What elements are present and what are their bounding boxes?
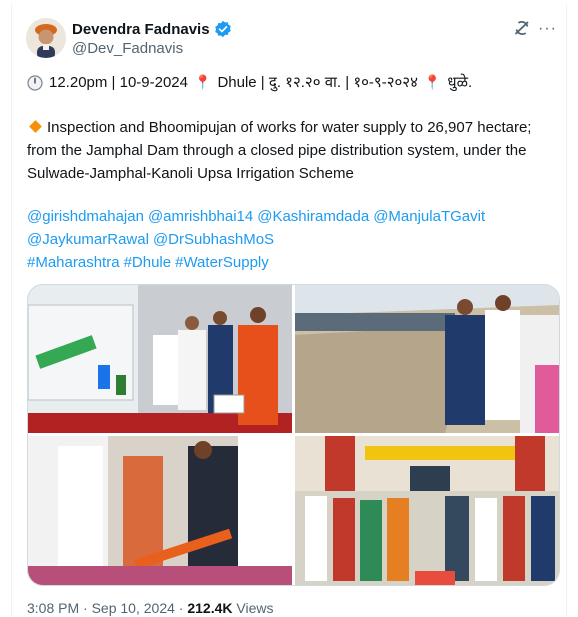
tweet-time-text: 12.20pm | 10-9-2024 [49,74,188,91]
separator-dot: · [83,600,92,616]
mention-link[interactable]: @amrishbhai14 [148,208,253,225]
hashtag-link[interactable]: #Maharashtra [27,254,120,271]
photo-1[interactable] [28,285,292,433]
media-grid [27,284,560,586]
hashtag-link[interactable]: #Dhule [124,254,172,271]
tweet-location-text: Dhule | दु. १२.२० वा. | १०-९-२०२४ [217,74,418,91]
verified-badge-icon [214,20,231,38]
photo-3[interactable] [28,436,292,585]
mention-link[interactable]: @DrSubhashMoS [153,231,274,248]
mention-link[interactable]: @girishdmahajan [27,208,144,225]
author-name[interactable]: Devendra Fadnavis [72,21,210,38]
views-count: 212.4K [187,600,233,616]
mention-link[interactable]: @JaykumarRawal [27,231,149,248]
tweet-date[interactable]: Sep 10, 2024 [92,600,175,616]
tweet-line-time: 12.20pm | 10-9-2024 📍 Dhule | दु. १२.२० … [27,71,547,94]
hashtag-link[interactable]: #WaterSupply [175,254,269,271]
photo-4[interactable] [295,436,559,585]
more-options-icon[interactable]: ··· [538,20,557,38]
mention-link[interactable]: @ManjulaTGavit [373,208,485,225]
photo-2[interactable] [295,285,559,433]
views-label: Views [236,600,274,616]
orange-diamond-icon [29,120,42,133]
tweet-links: @girishdmahajan @amrishbhai14 @Kashiramdad… [27,205,547,274]
tweet-time[interactable]: 3:08 PM [27,600,79,616]
tweet-paragraph: Inspection and Bhoomipujan of works for … [27,116,547,185]
location-pin-icon: 📍 [423,74,442,90]
location-pin-icon: 📍 [194,74,212,90]
avatar-photo-icon [26,18,66,58]
grok-icon[interactable] [512,18,532,38]
tweet-meta: 3:08 PM · Sep 10, 2024 · 212.4K Views [27,600,273,616]
tweet-location-marathi: धुळे. [447,74,473,91]
clock-icon [27,74,43,91]
mention-link[interactable]: @Kashiramdada [257,208,369,225]
author-handle[interactable]: @Dev_Fadnavis [72,40,183,57]
tweet-paragraph-text: Inspection and Bhoomipujan of works for … [27,119,532,182]
avatar[interactable] [26,18,66,58]
